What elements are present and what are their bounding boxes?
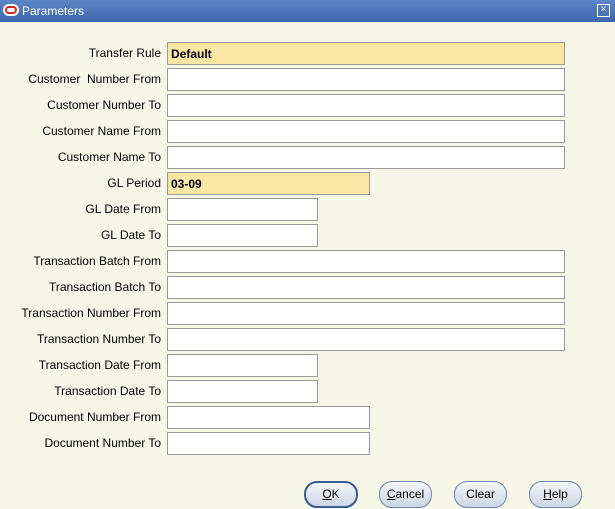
transaction-batch-to-label: Transaction Batch To — [48, 280, 161, 294]
cancel-label-rest: ancel — [395, 487, 425, 501]
gl-date-to-field[interactable] — [167, 224, 318, 247]
customer-number-to-field[interactable] — [167, 94, 565, 117]
row-document-number-to: Document Number To — [0, 432, 615, 455]
clear-label: Clear — [466, 487, 495, 501]
transaction-date-from-label: Transaction Date From — [38, 358, 161, 372]
cancel-button[interactable]: Cancel — [379, 481, 432, 508]
transfer-rule-field[interactable] — [167, 42, 565, 65]
row-transaction-batch-from: Transaction Batch From — [0, 250, 615, 273]
row-transaction-date-to: Transaction Date To — [0, 380, 615, 403]
help-mnemonic: H — [543, 487, 552, 501]
ok-button[interactable]: OK — [304, 481, 358, 508]
customer-name-to-field[interactable] — [167, 146, 565, 169]
ok-mnemonic: O — [322, 487, 332, 501]
customer-number-from-field[interactable] — [167, 68, 565, 91]
row-customer-number-from: Customer Number From — [0, 68, 615, 91]
transaction-number-to-field[interactable] — [167, 328, 565, 351]
row-transaction-number-from: Transaction Number From — [0, 302, 615, 325]
gl-period-label: GL Period — [107, 176, 161, 190]
help-button[interactable]: Help — [529, 481, 582, 508]
row-customer-name-from: Customer Name From — [0, 120, 615, 143]
customer-name-from-field[interactable] — [167, 120, 565, 143]
gl-date-from-label: GL Date From — [85, 202, 161, 216]
transaction-number-from-label: Transaction Number From — [21, 306, 161, 320]
document-number-from-field[interactable] — [167, 406, 370, 429]
row-gl-date-to: GL Date To — [0, 224, 615, 247]
transaction-batch-from-field[interactable] — [167, 250, 565, 273]
close-icon[interactable]: × — [597, 4, 610, 17]
customer-number-to-label: Customer Number To — [47, 98, 161, 112]
row-document-number-from: Document Number From — [0, 406, 615, 429]
transaction-number-from-field[interactable] — [167, 302, 565, 325]
transaction-date-to-field[interactable] — [167, 380, 318, 403]
parameters-window: Parameters × Transfer Rule Customer Numb… — [0, 0, 615, 509]
customer-number-from-label: Customer Number From — [28, 72, 161, 86]
transaction-batch-from-label: Transaction Batch From — [33, 254, 161, 268]
help-label-rest: elp — [551, 487, 568, 501]
oracle-logo-icon — [3, 4, 19, 16]
row-customer-name-to: Customer Name To — [0, 146, 615, 169]
row-transaction-date-from: Transaction Date From — [0, 354, 615, 377]
customer-name-to-label: Customer Name To — [57, 150, 161, 164]
row-gl-period: GL Period — [0, 172, 615, 195]
transaction-date-to-label: Transaction Date To — [54, 384, 161, 398]
row-customer-number-to: Customer Number To — [0, 94, 615, 117]
gl-period-field[interactable] — [167, 172, 370, 195]
title-bar[interactable]: Parameters × — [0, 0, 615, 22]
transaction-batch-to-field[interactable] — [167, 276, 565, 299]
document-number-to-field[interactable] — [167, 432, 370, 455]
gl-date-to-label: GL Date To — [100, 228, 161, 242]
customer-name-from-label: Customer Name From — [42, 124, 161, 138]
ok-label-rest: K — [331, 487, 340, 501]
row-transaction-batch-to: Transaction Batch To — [0, 276, 615, 299]
document-number-to-label: Document Number To — [44, 436, 162, 450]
transaction-date-from-field[interactable] — [167, 354, 318, 377]
clear-button[interactable]: Clear — [454, 481, 507, 508]
document-number-from-label: Document Number From — [28, 410, 161, 424]
gl-date-from-field[interactable] — [167, 198, 318, 221]
window-title: Parameters — [22, 4, 85, 18]
transfer-rule-label: Transfer Rule — [88, 46, 161, 60]
row-transaction-number-to: Transaction Number To — [0, 328, 615, 351]
transaction-number-to-label: Transaction Number To — [36, 332, 161, 346]
row-transfer-rule: Transfer Rule — [0, 42, 615, 65]
row-gl-date-from: GL Date From — [0, 198, 615, 221]
